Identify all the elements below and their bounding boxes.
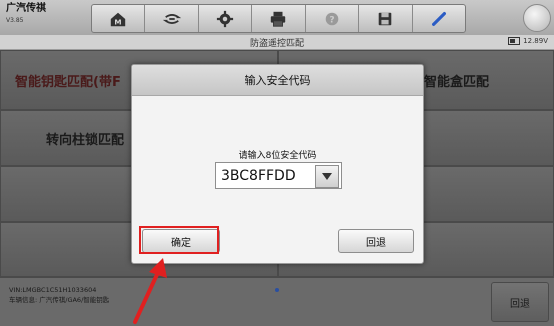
home-button[interactable]: M [92,5,146,32]
vehicle-info-label: 车辆信息: 广汽传祺/GA6/智能钥匙 [9,295,110,304]
battery-icon [508,37,521,45]
vehicle-swap-icon [162,13,181,24]
footer-bar: VIN:LMGBC1C51H1033604 车辆信息: 广汽传祺/GA6/智能钥… [0,277,554,326]
version-label: V3.85 [6,17,24,24]
battery-voltage: 12.89V [523,37,548,45]
annotation-arrow-icon [133,258,167,324]
vin-label: VIN:LMGBC1C51H1033604 [9,286,97,294]
battery-status: 12.89V [508,37,548,45]
top-toolbar: 广汽传祺 V3.85 M ? [0,0,554,36]
round-menu-button[interactable] [523,4,551,32]
home-icon: M [111,12,126,26]
svg-text:?: ? [329,15,334,25]
print-icon [271,11,286,27]
toolbar-buttons: M ? [91,4,466,33]
print-button[interactable] [252,5,306,32]
page-indicator-dot [275,288,279,292]
dialog-back-button[interactable]: 回退 [338,229,414,253]
help-icon: ? [325,12,339,25]
security-code-input[interactable] [216,163,320,188]
help-button[interactable]: ? [306,5,360,32]
settings-icon [216,10,234,27]
menu-item-label: 转向柱锁匹配 [46,133,125,148]
pen-button[interactable] [413,5,465,32]
svg-text:M: M [115,17,122,26]
menu-item-label: 智能钥匙匹配(带F [15,75,121,90]
caret-down-icon [322,172,332,180]
code-prompt: 请输入8位安全代码 [238,151,317,161]
pen-icon [431,11,446,26]
dialog-title: 输入安全代码 [132,65,423,96]
title-strip: 防盗遥控匹配 12.89V [0,35,554,50]
dropdown-button[interactable] [315,165,339,188]
brand: 广汽传祺 V3.85 [6,4,46,24]
menu-item-label: 智能盒匹配 [424,75,490,90]
vehicle-info: VIN:LMGBC1C51H1033604 车辆信息: 广汽传祺/GA6/智能钥… [9,286,109,306]
brand-name: 广汽传祺 [6,3,46,14]
vehicle-swap-button[interactable] [145,5,199,32]
page-title: 防盗遥控匹配 [249,39,304,49]
settings-button[interactable] [199,5,253,32]
save-icon [379,12,392,25]
footer-back-button[interactable]: 回退 [491,282,549,322]
save-button[interactable] [359,5,413,32]
security-code-combobox[interactable] [215,162,342,189]
